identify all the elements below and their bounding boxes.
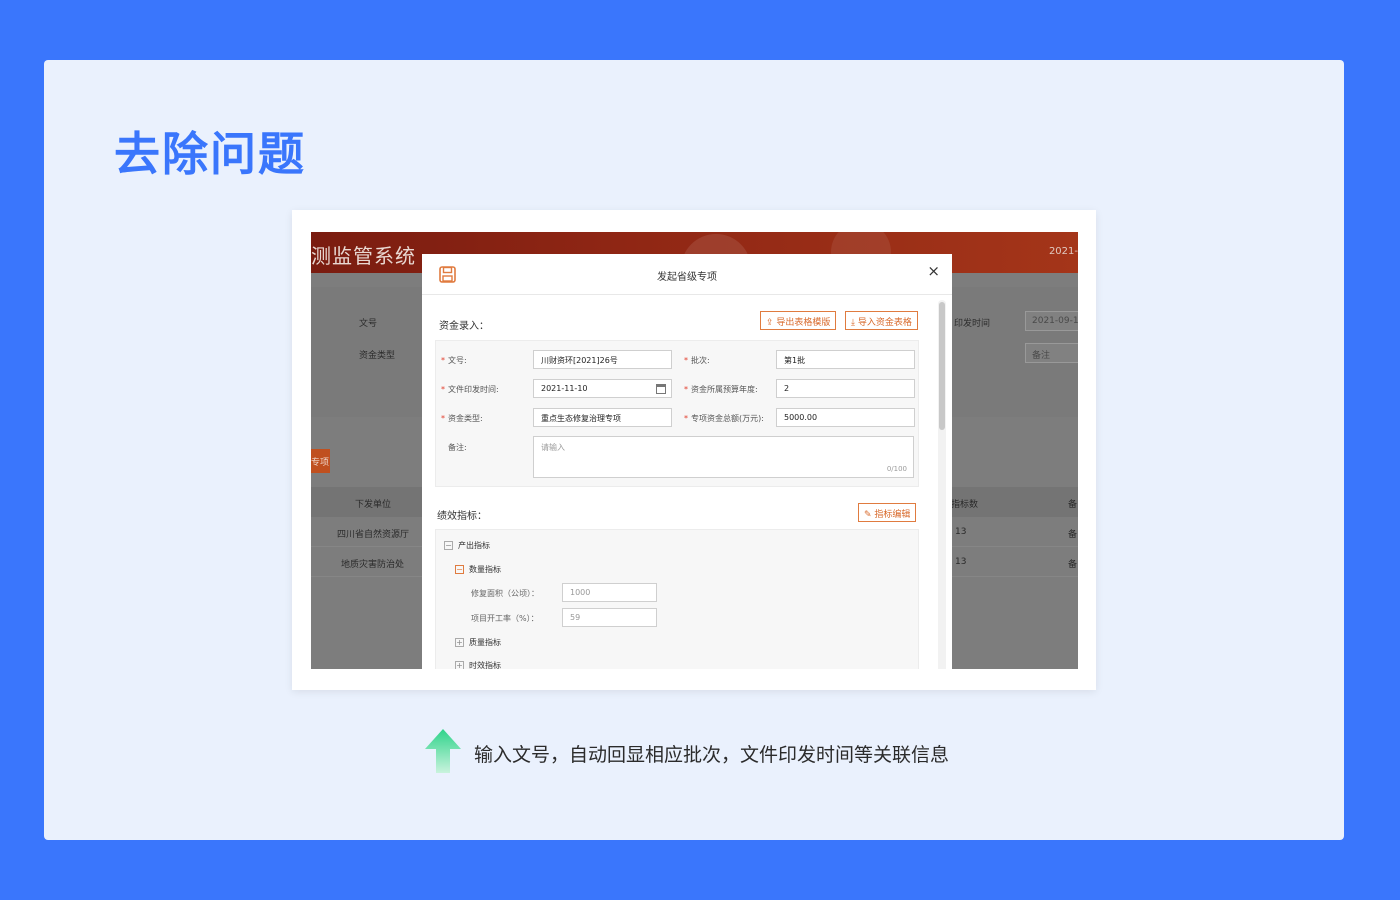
start-rate-input[interactable]: 59 — [562, 608, 657, 627]
budget-year-input[interactable]: 2 — [776, 379, 915, 398]
tree-node-label: 产出指标 — [458, 541, 490, 550]
fund-form: * 文号: 川财资环[2021]26号 * 批次: 第1批 * 文件印发时间: 202… — [435, 340, 919, 487]
calendar-icon[interactable] — [656, 384, 666, 394]
modal-header: 发起省级专项 × — [422, 254, 952, 295]
filter-remark-input[interactable]: 备注 — [1025, 343, 1078, 363]
table-cell-unit: 四川省自然资源厅 — [337, 530, 410, 540]
indicator-tree: − 产出指标 − 数量指标 修复面积（公顷）： 1000 项目开工率（%）： 59 … — [435, 529, 919, 669]
doc-no-label: * 文号: — [441, 356, 467, 365]
collapse-icon[interactable]: − — [455, 565, 464, 574]
tree-node-quantity[interactable]: − 数量指标 — [455, 564, 501, 575]
launch-special-modal: 发起省级专项 × 资金录入： ⇪ 导出表格模版 ⤓ 导入资金表格 * 文号: 川财… — [422, 254, 952, 669]
filter-label-doc-no: 文号 — [359, 319, 378, 329]
table-cell-unit: 地质灾害防治处 — [341, 560, 405, 570]
repair-area-input[interactable]: 1000 — [562, 583, 657, 602]
edit-indicators-label: 指标编辑 — [874, 510, 911, 520]
create-special-button[interactable]: 专项 — [311, 449, 330, 473]
table-header-count: 指标数 — [951, 500, 979, 510]
tree-node-label: 数量指标 — [469, 565, 501, 574]
app-date: 2021- — [1048, 246, 1078, 257]
budget-year-label: * 资金所属预算年度: — [684, 385, 758, 394]
app-screenshot: 测监管系统 2021- 文号 资金类型 印发时间 2021-09-1 备注 专项… — [311, 232, 1078, 669]
edit-icon: ✎ — [864, 510, 875, 520]
table-header-unit: 下发单位 — [355, 500, 392, 510]
content-card: 去除问题 测监管系统 2021- 文号 资金类型 印发时间 2021-09-1 … — [44, 60, 1344, 840]
issue-time-label: * 文件印发时间: — [441, 385, 499, 394]
batch-input[interactable]: 第1批 — [776, 350, 915, 369]
remark-label: 备注: — [448, 443, 467, 452]
caption-text: 输入文号，自动回显相应批次，文件印发时间等关联信息 — [474, 744, 950, 766]
fund-type-select[interactable]: 重点生态修复治理专项 — [533, 408, 672, 427]
app-title: 测监管系统 — [311, 244, 416, 268]
issue-time-input[interactable]: 2021-11-10 — [533, 379, 672, 398]
tree-node-output[interactable]: − 产出指标 — [444, 540, 490, 551]
tree-node-label: 时效指标 — [469, 661, 501, 669]
start-rate-label: 项目开工率（%）： — [471, 614, 539, 623]
filter-issue-date-input[interactable]: 2021-09-1 — [1025, 311, 1078, 331]
filter-label-fund-type: 资金类型 — [359, 351, 396, 361]
import-table-label: 导入资金表格 — [857, 318, 912, 328]
close-icon[interactable]: × — [927, 264, 940, 279]
total-amount-input[interactable]: 5000.00 — [776, 408, 915, 427]
modal-scrollbar-thumb[interactable] — [939, 302, 945, 430]
tree-node-quality[interactable]: + 质量指标 — [455, 637, 501, 648]
collapse-icon[interactable]: − — [444, 541, 453, 550]
download-icon: ⤓ — [851, 318, 858, 328]
up-arrow-icon — [425, 729, 461, 773]
tree-node-label: 质量指标 — [469, 638, 501, 647]
export-template-button[interactable]: ⇪ 导出表格模版 — [760, 311, 837, 330]
page-title: 去除问题 — [114, 127, 306, 181]
expand-icon[interactable]: + — [455, 638, 464, 647]
fund-type-label: * 资金类型: — [441, 414, 483, 423]
repair-area-label: 修复面积（公顷）： — [471, 589, 539, 598]
remark-textarea[interactable]: 请输入 0/100 — [533, 436, 914, 478]
screenshot-frame: 测监管系统 2021- 文号 资金类型 印发时间 2021-09-1 备注 专项… — [292, 210, 1096, 690]
import-table-button[interactable]: ⤓ 导入资金表格 — [845, 311, 918, 330]
export-template-label: 导出表格模版 — [776, 318, 831, 328]
table-cell-remark: 备 — [1068, 530, 1078, 540]
fund-section-title: 资金录入： — [439, 321, 489, 332]
table-cell-count: 13 — [955, 527, 967, 537]
upload-icon: ⇪ — [766, 318, 777, 328]
filter-label-issue-time: 印发时间 — [954, 319, 991, 329]
modal-title: 发起省级专项 — [657, 272, 717, 283]
perf-section-title: 绩效指标： — [437, 511, 487, 522]
table-header-remark: 备 — [1068, 500, 1078, 510]
table-cell-remark: 备 — [1068, 560, 1078, 570]
table-cell-count: 13 — [955, 557, 967, 567]
doc-no-input[interactable]: 川财资环[2021]26号 — [533, 350, 672, 369]
remark-char-count: 0/100 — [886, 465, 907, 473]
batch-label: * 批次: — [684, 356, 710, 365]
issue-time-value: 2021-11-10 — [541, 384, 588, 393]
edit-indicators-button[interactable]: ✎ 指标编辑 — [858, 503, 917, 522]
remark-placeholder: 请输入 — [541, 443, 565, 452]
expand-icon[interactable]: + — [455, 661, 464, 669]
tree-node-timeliness[interactable]: + 时效指标 — [455, 660, 501, 669]
total-amount-label: * 专项资金总额(万元): — [684, 414, 764, 423]
